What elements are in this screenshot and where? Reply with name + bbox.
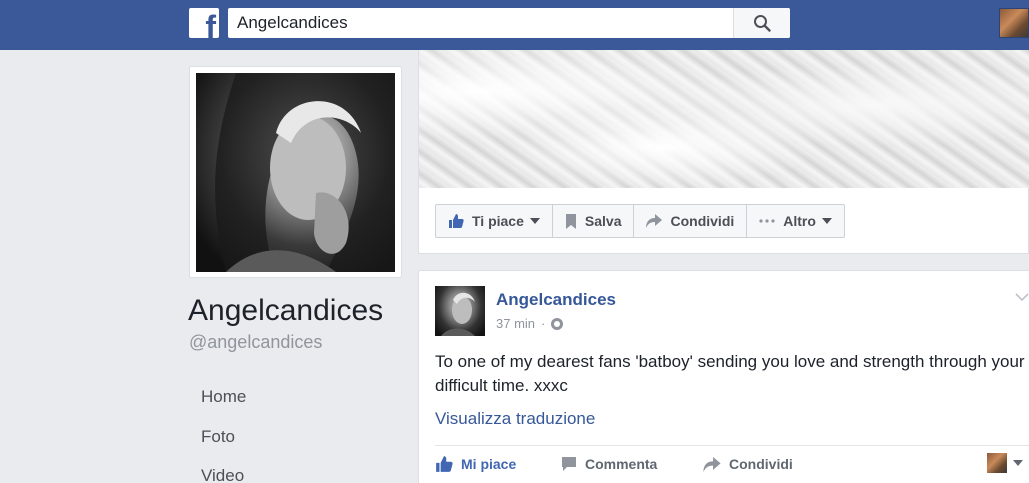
comment-icon bbox=[561, 456, 577, 472]
search-button[interactable] bbox=[733, 8, 790, 38]
share-icon bbox=[703, 456, 721, 472]
chevron-down-icon bbox=[529, 218, 540, 224]
page-title: Angelcandices bbox=[188, 294, 384, 327]
cover-photo[interactable] bbox=[419, 50, 1029, 188]
page-action-bar: Ti piace Salva Condividi Altro bbox=[435, 204, 845, 238]
like-page-button[interactable]: Ti piace bbox=[436, 205, 553, 237]
search-icon bbox=[754, 15, 771, 32]
share-page-label: Condividi bbox=[670, 213, 735, 229]
post-share-label: Condividi bbox=[729, 456, 793, 472]
globe-icon bbox=[551, 318, 564, 330]
facebook-logo-glyph: f bbox=[205, 9, 216, 38]
post-divider bbox=[435, 445, 1029, 446]
more-label: Altro bbox=[783, 213, 816, 229]
cover-card: Ti piace Salva Condividi Altro bbox=[418, 50, 1029, 254]
post-as-avatar[interactable] bbox=[987, 453, 1007, 473]
post-author-avatar[interactable] bbox=[435, 286, 485, 336]
share-icon bbox=[646, 214, 663, 228]
search-box[interactable]: Angelcandices bbox=[228, 8, 790, 38]
top-navigation-bar: f Angelcandices bbox=[0, 0, 1029, 50]
post-options-chevron-icon[interactable] bbox=[1015, 289, 1029, 307]
avatar[interactable] bbox=[999, 8, 1029, 38]
chevron-down-icon bbox=[821, 218, 832, 224]
profile-picture bbox=[196, 73, 395, 272]
post-author-name[interactable]: Angelcandices bbox=[496, 289, 616, 311]
save-label: Salva bbox=[584, 213, 622, 229]
post-like-label: Mi piace bbox=[461, 456, 517, 472]
post-comment-button[interactable]: Commenta bbox=[561, 455, 657, 473]
thumbs-up-icon bbox=[435, 455, 453, 473]
bookmark-icon bbox=[565, 213, 577, 229]
sidebar-item-foto[interactable]: Foto bbox=[201, 426, 235, 448]
like-page-label: Ti piace bbox=[472, 213, 524, 229]
post-card: Angelcandices 37 min · To one of my dear… bbox=[418, 270, 1029, 483]
sidebar-item-home[interactable]: Home bbox=[201, 386, 246, 408]
see-translation-link[interactable]: Visualizza traduzione bbox=[435, 408, 595, 430]
thumbs-up-icon bbox=[448, 213, 464, 229]
share-page-button[interactable]: Condividi bbox=[634, 205, 748, 237]
post-like-button[interactable]: Mi piace bbox=[435, 455, 516, 473]
chevron-down-icon[interactable] bbox=[1013, 460, 1023, 466]
post-share-button[interactable]: Condividi bbox=[703, 455, 793, 473]
post-time-text: 37 min bbox=[496, 316, 536, 331]
post-body-text: To one of my dearest fans 'batboy' sendi… bbox=[435, 352, 1025, 395]
page-handle[interactable]: @angelcandices bbox=[189, 331, 322, 353]
post-comment-label: Commenta bbox=[585, 456, 658, 472]
more-dots-icon bbox=[759, 219, 775, 223]
post-avatar-art bbox=[441, 292, 475, 336]
post-time-separator: · bbox=[541, 316, 546, 331]
more-button[interactable]: Altro bbox=[747, 205, 844, 237]
post-timestamp[interactable]: 37 min · bbox=[496, 316, 564, 332]
save-button[interactable]: Salva bbox=[553, 205, 635, 237]
facebook-logo[interactable]: f bbox=[189, 8, 219, 38]
sidebar-item-video[interactable]: Video bbox=[201, 465, 244, 483]
search-input[interactable]: Angelcandices bbox=[237, 12, 348, 34]
profile-photo-art bbox=[215, 73, 395, 272]
profile-picture-frame[interactable] bbox=[189, 66, 402, 278]
